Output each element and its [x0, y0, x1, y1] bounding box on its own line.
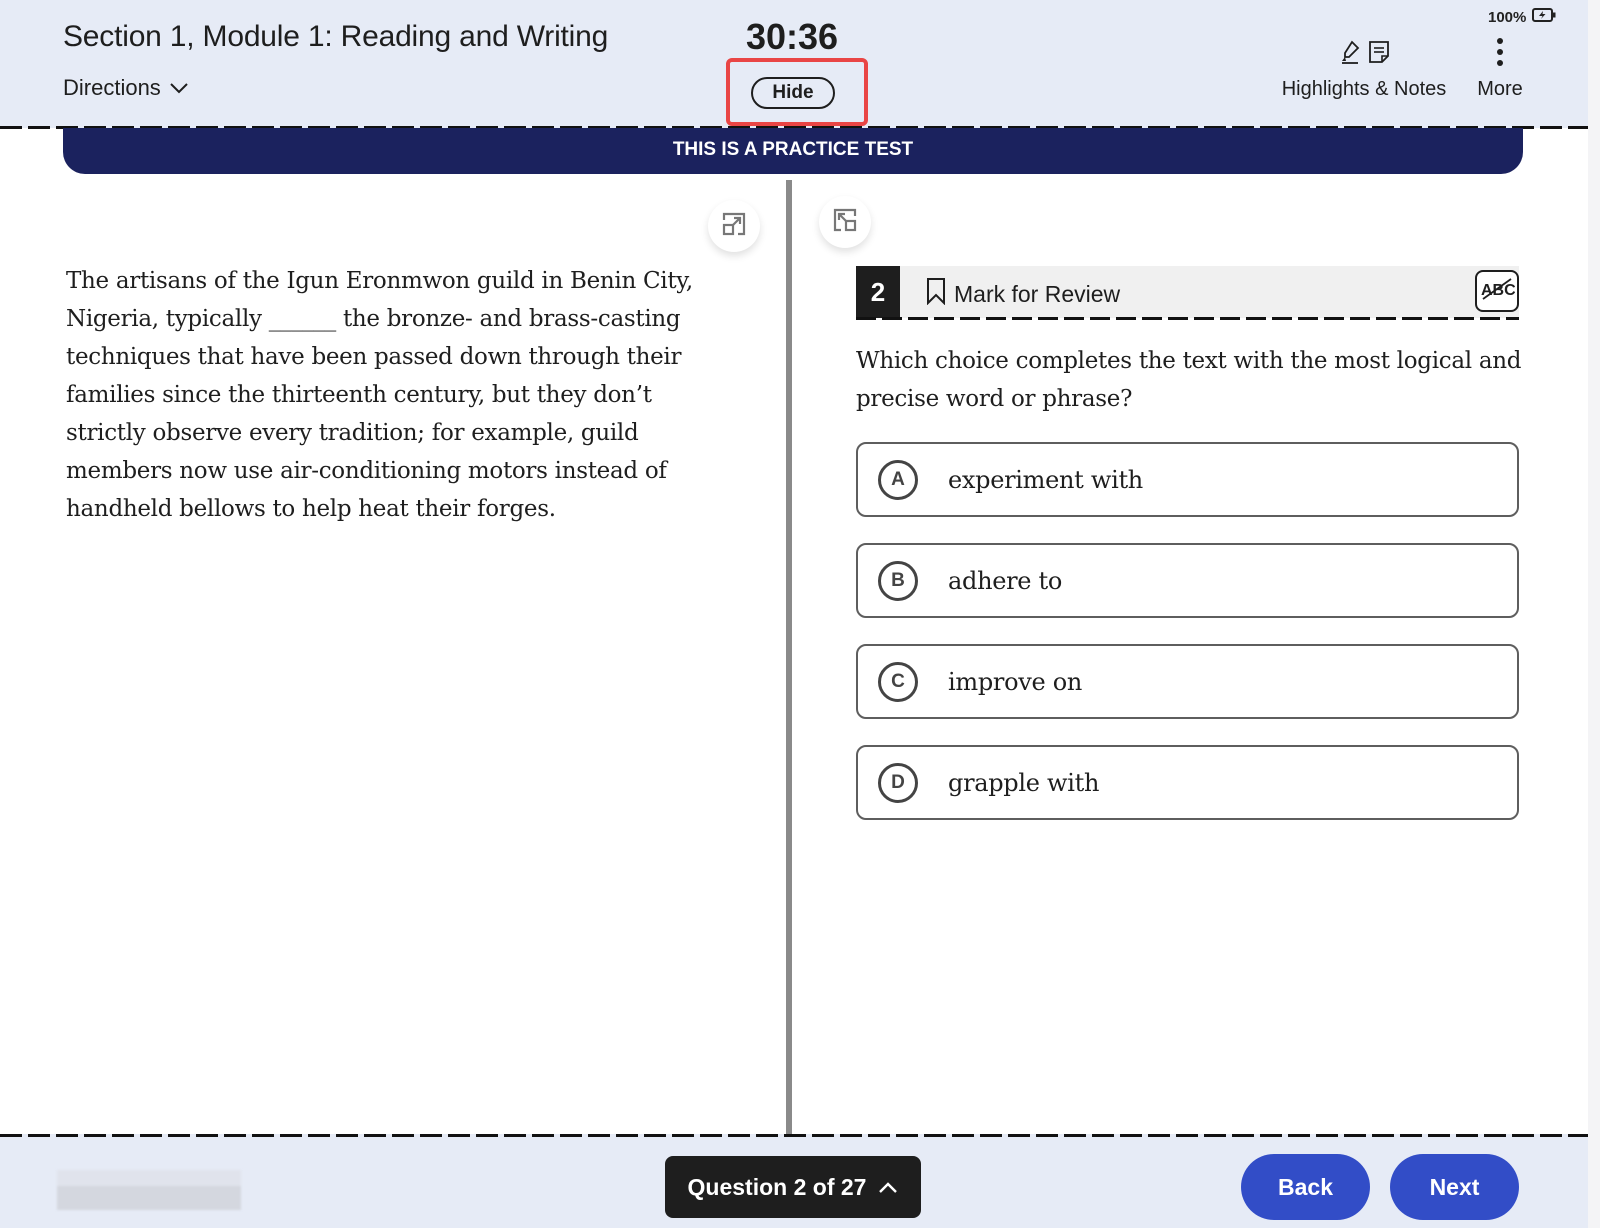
expand-icon: [720, 210, 748, 243]
passage-text: The artisans of the Igun Eronmwon guild …: [66, 268, 693, 522]
highlights-notes-label: Highlights & Notes: [1281, 78, 1447, 100]
footer: Question 2 of 27 Back Next: [0, 1134, 1588, 1228]
header: Section 1, Module 1: Reading and Writing…: [0, 0, 1588, 129]
choice-c[interactable]: C improve on: [856, 644, 1519, 719]
mark-for-review-label: Mark for Review: [954, 280, 1121, 307]
battery-charging-icon: [1532, 8, 1556, 26]
choice-text: grapple with: [948, 768, 1100, 797]
battery-percent: 100%: [1488, 8, 1527, 26]
collapse-icon: [831, 206, 859, 239]
question-header: 2 Mark for Review ABC: [856, 266, 1519, 318]
note-icon: [1368, 40, 1390, 70]
question-number: 2: [856, 266, 900, 318]
strikethrough-abc-icon: ABC: [1479, 276, 1516, 307]
bookmark-icon: [926, 277, 946, 311]
directions-label: Directions: [63, 75, 161, 100]
choice-letter: D: [878, 762, 918, 803]
question-nav-label: Question 2 of 27: [687, 1173, 867, 1200]
choice-b[interactable]: B adhere to: [856, 543, 1519, 618]
section-title: Section 1, Module 1: Reading and Writing: [63, 20, 609, 53]
answer-eliminator-button[interactable]: ABC: [1475, 270, 1519, 312]
timer: 30:36: [746, 16, 839, 57]
choice-text: adhere to: [948, 566, 1063, 595]
mark-for-review-toggle[interactable]: Mark for Review: [926, 277, 1120, 311]
expand-passage-button[interactable]: [708, 200, 760, 252]
hide-timer-button[interactable]: Hide: [751, 77, 835, 109]
footer-divider: [0, 1134, 1588, 1137]
chevron-down-icon: [169, 75, 189, 101]
choice-d[interactable]: D grapple with: [856, 745, 1519, 820]
more-vertical-icon: [1496, 37, 1504, 73]
expand-question-button[interactable]: [819, 196, 871, 248]
choice-letter: B: [878, 560, 918, 601]
more-button[interactable]: More: [1470, 37, 1530, 101]
choice-letter: A: [878, 459, 918, 500]
battery-status: 100%: [1488, 8, 1556, 26]
highlighter-icon: [1338, 39, 1362, 71]
choice-a[interactable]: A experiment with: [856, 442, 1519, 517]
practice-test-banner: THIS IS A PRACTICE TEST: [63, 128, 1523, 174]
next-button[interactable]: Next: [1390, 1154, 1519, 1220]
back-button[interactable]: Back: [1241, 1154, 1370, 1220]
question-prompt: Which choice completes the text with the…: [856, 348, 1522, 412]
test-app: Section 1, Module 1: Reading and Writing…: [0, 0, 1588, 1228]
choice-text: experiment with: [948, 465, 1143, 494]
question-header-divider: [856, 317, 1519, 320]
student-name-redacted: [57, 1170, 241, 1210]
highlights-notes-button[interactable]: Highlights & Notes: [1278, 40, 1450, 101]
pane-divider[interactable]: [786, 180, 792, 1134]
more-label: More: [1477, 78, 1523, 100]
chevron-up-icon: [878, 1174, 898, 1201]
choice-text: improve on: [948, 667, 1083, 696]
choice-letter: C: [878, 661, 918, 702]
directions-toggle[interactable]: Directions: [63, 75, 189, 101]
question-navigator-button[interactable]: Question 2 of 27: [665, 1156, 921, 1218]
